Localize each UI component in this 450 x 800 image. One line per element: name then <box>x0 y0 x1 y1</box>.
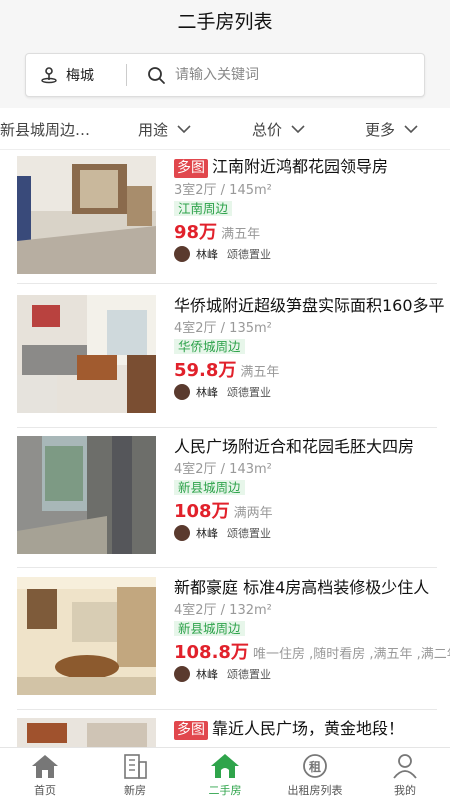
tab-label: 新房 <box>124 784 146 797</box>
listing-photo <box>17 577 156 695</box>
building-icon <box>124 754 147 779</box>
listing-title: 新都豪庭 标准4房高档装修极少住人 <box>174 578 430 597</box>
area-tag: 江南周边 <box>174 201 233 216</box>
listing-photo <box>17 295 156 413</box>
search-icon <box>148 66 165 84</box>
home-icon <box>32 755 58 778</box>
listing-price: 108万 <box>174 501 230 522</box>
listing-title: 多图 江南附近鸿都花园领导房 <box>174 156 450 178</box>
listing-meta: 3室2厅 / 145m² <box>174 183 272 198</box>
tab-label: 二手房 <box>208 784 242 797</box>
chevron-down-icon <box>404 125 418 134</box>
divider <box>17 567 437 568</box>
agency-name: 颂德置业 <box>227 668 271 681</box>
listing-meta: 4室2厅 / 132m² <box>174 603 272 618</box>
filter-price-label: 总价 <box>252 120 283 139</box>
rent-icon: 租 <box>303 754 327 778</box>
listing-meta: 4室2厅 / 135m² <box>174 321 272 336</box>
tab-label: 首页 <box>34 784 56 797</box>
user-icon <box>393 754 417 779</box>
svg-text:租: 租 <box>309 760 321 774</box>
listing-title-text: 靠近人民广场，黄金地段！ <box>212 719 405 738</box>
listing-photo <box>17 156 156 274</box>
listing-meta: 4室2厅 / 143m² <box>174 462 272 477</box>
filter-more[interactable]: 更多 <box>365 108 419 150</box>
search-area: 梅城 <box>0 40 450 108</box>
listing-title: 人民广场附近合和花园毛胚大四房 <box>174 437 415 456</box>
tab-label: 出租房列表 <box>287 784 343 797</box>
agent-row: 林峰 颂德置业 <box>174 525 450 541</box>
city-selector[interactable]: 梅城 <box>26 65 126 85</box>
location-pin-icon <box>41 67 57 84</box>
tab-second-hand[interactable]: 二手房 <box>180 748 270 800</box>
agent-name: 林峰 <box>196 527 218 540</box>
agent-name: 林峰 <box>196 248 218 261</box>
listing-list: 多图 江南附近鸿都花园领导房 3室2厅 / 145m² 江南周边 98万 满五年 林… <box>0 151 450 747</box>
listing-price: 98万 <box>174 222 218 243</box>
agent-name: 林峰 <box>196 668 218 681</box>
tab-profile[interactable]: 我的 <box>360 748 450 800</box>
agent-name: 林峰 <box>196 386 218 399</box>
divider <box>17 709 437 710</box>
house-icon <box>211 754 239 778</box>
filter-usage-label: 用途 <box>138 120 169 139</box>
multi-image-badge: 多图 <box>174 159 208 178</box>
avatar <box>174 384 190 400</box>
city-label: 梅城 <box>66 68 94 84</box>
agent-row: 林峰 颂德置业 <box>174 666 450 682</box>
filter-bar: 新县城周边… 用途 总价 更多 <box>0 108 450 150</box>
listing-title: 多图 靠近人民广场，黄金地段！ <box>174 718 450 740</box>
listing-title: 华侨城附近超级笋盘实际面积160多平 <box>174 296 445 315</box>
avatar <box>174 525 190 541</box>
search-bar: 梅城 <box>25 53 425 97</box>
search-field[interactable] <box>127 54 424 96</box>
agent-row: 林峰 颂德置业 <box>174 384 450 400</box>
filter-usage[interactable]: 用途 <box>138 108 192 150</box>
agent-row: 林峰 颂德置业 <box>174 246 450 262</box>
listing-price: 59.8万 <box>174 360 237 381</box>
listing-photo <box>17 718 156 747</box>
listing-note: 满五年 <box>240 365 280 380</box>
page-title: 二手房列表 <box>177 10 273 33</box>
area-tag: 新县城周边 <box>174 621 245 636</box>
listing-note: 满两年 <box>233 506 273 521</box>
tab-label: 我的 <box>394 784 416 797</box>
filter-price[interactable]: 总价 <box>252 108 306 150</box>
tab-home[interactable]: 首页 <box>0 748 90 800</box>
listing-title-text: 江南附近鸿都花园领导房 <box>212 157 389 176</box>
listing-photo <box>17 436 156 554</box>
agency-name: 颂德置业 <box>227 248 271 261</box>
tab-new-house[interactable]: 新房 <box>90 748 180 800</box>
agency-name: 颂德置业 <box>227 386 271 399</box>
bottom-tab-bar: 首页 新房 二手房 租 出租房列表 我的 <box>0 747 450 800</box>
title-bar: 二手房列表 <box>0 0 450 40</box>
avatar <box>174 246 190 262</box>
filter-region-label: 新县城周边… <box>0 120 91 139</box>
multi-image-badge: 多图 <box>174 721 208 740</box>
search-input[interactable] <box>175 67 395 83</box>
tab-rental[interactable]: 租 出租房列表 <box>270 748 360 800</box>
filter-more-label: 更多 <box>365 120 396 139</box>
listing-note: 唯一住房 ,随时看房 ,满五年 ,满二年 <box>252 647 450 662</box>
listing-note: 满五年 <box>221 227 261 242</box>
divider <box>17 427 437 428</box>
chevron-down-icon <box>177 125 191 134</box>
filter-region[interactable]: 新县城周边… <box>0 108 90 150</box>
area-tag: 新县城周边 <box>174 480 245 495</box>
agency-name: 颂德置业 <box>227 527 271 540</box>
area-tag: 华侨城周边 <box>174 339 245 354</box>
avatar <box>174 666 190 682</box>
chevron-down-icon <box>291 125 305 134</box>
listing-price: 108.8万 <box>174 642 249 663</box>
divider <box>17 283 437 284</box>
